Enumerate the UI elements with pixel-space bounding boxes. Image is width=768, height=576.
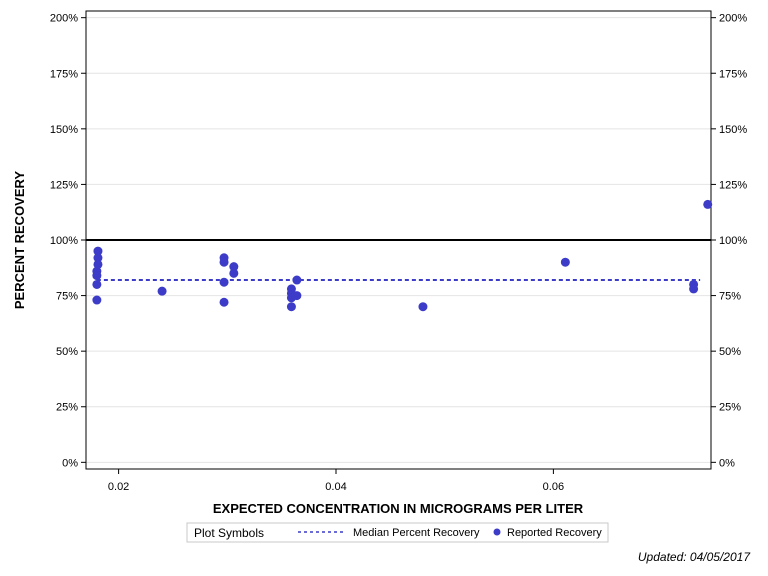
y-tick-label-right: 0% (719, 457, 735, 469)
legend-point-swatch (493, 528, 501, 536)
reference-lines (86, 239, 711, 282)
y-tick-label-right: 50% (719, 346, 741, 358)
reported-recovery-point (92, 271, 102, 281)
x-axis-title: EXPECTED CONCENTRATION IN MICROGRAMS PER… (213, 501, 584, 516)
reported-recovery-point (229, 268, 239, 278)
y-tick-label-right: 175% (719, 68, 747, 80)
y-axis-left: 0% 25% 50% 75% 100% 125% 150% 175% 200% (50, 13, 86, 469)
y-tick-label-left: 150% (50, 124, 78, 136)
y-tick-label-left: 125% (50, 179, 78, 191)
x-axis: 0.02 0.04 0.06 (108, 469, 564, 493)
y-tick-label-right: 75% (719, 291, 741, 303)
updated-date: Updated: 04/05/2017 (638, 550, 751, 564)
reported-recovery-point (157, 286, 167, 296)
y-tick-label-right: 100% (719, 235, 747, 247)
percent-recovery-scatter-chart: 0% 25% 50% 75% 100% 125% 150% 175% 200% 0% 25% 50%… (12, 10, 751, 564)
y-tick-label-left: 0% (62, 457, 78, 469)
x-tick-label: 0.06 (543, 481, 564, 493)
reported-recovery-point (703, 199, 713, 209)
y-tick-label-left: 100% (50, 235, 78, 247)
y-tick-label-left: 175% (50, 68, 78, 80)
reported-recovery-point (92, 295, 102, 305)
legend-median-label: Median Percent Recovery (353, 527, 480, 539)
data-points (92, 199, 713, 312)
reported-recovery-point (286, 302, 296, 312)
reported-recovery-point (219, 257, 229, 267)
x-tick-label: 0.04 (325, 481, 346, 493)
x-tick-label: 0.02 (108, 481, 129, 493)
y-tick-label-right: 150% (719, 124, 747, 136)
reported-recovery-point (689, 284, 699, 294)
reported-recovery-point (219, 277, 229, 287)
chart-container: 0% 25% 50% 75% 100% 125% 150% 175% 200% 0% 25% 50%… (0, 0, 768, 576)
legend-recovery-label: Reported Recovery (507, 527, 602, 539)
reported-recovery-point (292, 291, 302, 301)
reported-recovery-point (418, 302, 428, 312)
y-axis-right: 0% 25% 50% 75% 100% 125% 150% 175% 200% (711, 13, 747, 469)
y-axis-title: PERCENT RECOVERY (12, 171, 27, 310)
y-tick-label-left: 75% (56, 291, 78, 303)
y-tick-label-left: 200% (50, 13, 78, 25)
y-tick-label-left: 25% (56, 402, 78, 414)
legend-title: Plot Symbols (194, 526, 264, 540)
reported-recovery-point (219, 297, 229, 307)
reported-recovery-point (292, 275, 302, 285)
reported-recovery-point (560, 257, 570, 267)
y-tick-label-right: 125% (719, 179, 747, 191)
y-tick-label-right: 25% (719, 402, 741, 414)
legend: Plot Symbols Median Percent Recovery Rep… (186, 522, 609, 543)
y-tick-label-right: 200% (719, 13, 747, 25)
y-tick-label-left: 50% (56, 346, 78, 358)
reported-recovery-point (92, 279, 102, 289)
